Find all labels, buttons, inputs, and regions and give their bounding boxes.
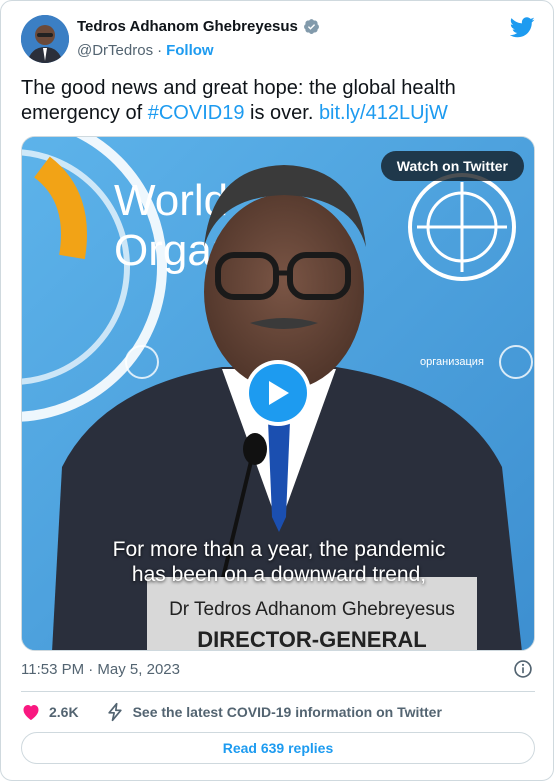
author-handle[interactable]: @DrTedros	[77, 42, 153, 59]
watch-on-twitter-button[interactable]: Watch on Twitter	[380, 151, 524, 181]
nameplate-text: Dr Tedros Adhanom Ghebreyesus	[169, 599, 455, 620]
lightning-icon	[107, 702, 122, 722]
action-row: 2.6K See the latest COVID-19 information…	[21, 701, 442, 723]
avatar[interactable]	[21, 15, 69, 63]
tweet-text-part: is over.	[244, 102, 319, 124]
divider	[21, 691, 535, 692]
info-icon[interactable]	[513, 659, 533, 679]
hashtag-link[interactable]: #COVID19	[148, 102, 245, 124]
covid-info-link[interactable]: See the latest COVID-19 information on T…	[133, 704, 442, 720]
author-handle-row: @DrTedros · Follow	[77, 42, 214, 59]
play-icon	[249, 364, 307, 422]
timestamp[interactable]: 11:53 PM · May 5, 2023	[21, 661, 180, 678]
read-replies-button[interactable]: Read 639 replies	[21, 732, 535, 764]
backdrop-text: организация	[420, 356, 484, 368]
twitter-bird-icon[interactable]	[510, 17, 535, 38]
play-button[interactable]	[245, 360, 311, 426]
nameplate-text: DIRECTOR-GENERAL	[197, 627, 426, 651]
like-count[interactable]: 2.6K	[49, 704, 79, 720]
author-name[interactable]: Tedros Adhanom Ghebreyesus	[77, 18, 298, 35]
follow-button[interactable]: Follow	[166, 42, 214, 59]
video-subtitle-line: For more than a year, the pandemic	[112, 538, 446, 561]
heart-icon[interactable]	[21, 702, 41, 722]
tweet-text: The good news and great hope: the global…	[21, 76, 531, 126]
video-subtitle-line: has been on a downward trend,	[131, 563, 427, 586]
verified-badge-icon	[303, 19, 319, 34]
tweet-card: Tedros Adhanom Ghebreyesus @DrTedros · F…	[0, 0, 554, 781]
separator: ·	[157, 42, 163, 59]
author-name-row: Tedros Adhanom Ghebreyesus	[77, 18, 320, 35]
url-link[interactable]: bit.ly/412LUjW	[319, 102, 448, 124]
video-player[interactable]: World Organ организация Dr Tedros Adhano…	[21, 136, 535, 651]
